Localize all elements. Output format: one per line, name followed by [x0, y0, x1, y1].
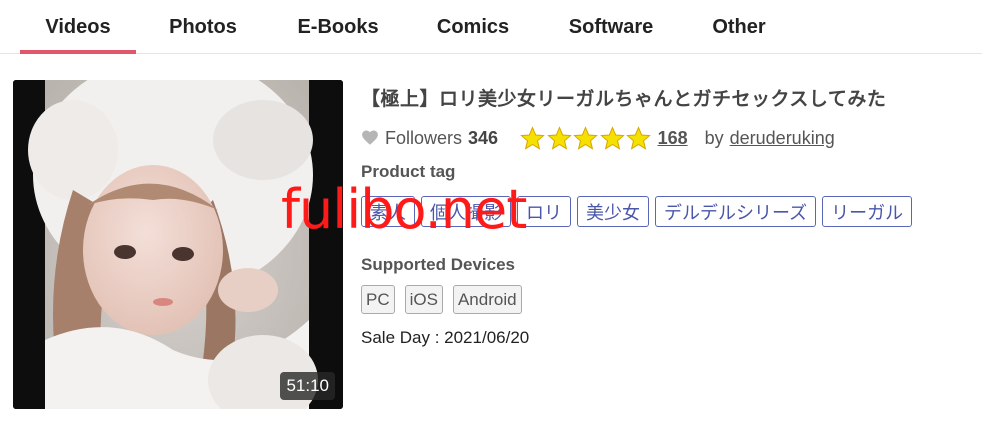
by-label: by — [704, 127, 724, 148]
review-count-link[interactable]: 168 — [658, 128, 688, 149]
product-meta: Followers 346 168 by deruderuking — [361, 125, 835, 151]
tab-software[interactable]: Software — [550, 0, 672, 54]
heart-icon[interactable] — [361, 129, 379, 147]
tag-link[interactable]: リーガル — [822, 196, 913, 227]
tab-other[interactable]: Other — [696, 0, 782, 54]
star-icon — [546, 125, 572, 150]
product-title[interactable]: 【極上】ロリ美少女リーガルちゃんとガチセックスしてみた — [361, 84, 886, 111]
sale-day: Sale Day : 2021/06/20 — [361, 328, 530, 347]
star-icon — [626, 125, 651, 150]
tab-comics[interactable]: Comics — [420, 0, 526, 54]
tag-link[interactable]: デルデルシリーズ — [655, 196, 817, 227]
thumbnail-image — [13, 80, 343, 409]
followers-count: 346 — [468, 127, 499, 148]
supported-devices-heading: Supported Devices — [361, 255, 515, 274]
category-tabs: Videos Photos E-Books Comics Software Ot… — [0, 0, 982, 54]
tab-e-books[interactable]: E-Books — [280, 0, 396, 54]
tag-link[interactable]: 美少女 — [577, 196, 649, 227]
star-icon — [573, 125, 598, 150]
star-icon — [599, 125, 625, 150]
rating-stars — [520, 125, 653, 151]
device-badge: Android — [452, 285, 522, 314]
device-badge: iOS — [404, 285, 443, 314]
device-badge: PC — [361, 285, 395, 314]
followers-label: Followers — [385, 127, 463, 148]
star-icon — [520, 125, 545, 150]
video-duration: 51:10 — [280, 372, 335, 400]
tab-photos[interactable]: Photos — [150, 0, 256, 54]
author-link[interactable]: deruderuking — [730, 128, 835, 149]
watermark-text: fulibo.net — [281, 178, 527, 241]
product-thumbnail[interactable]: 51:10 — [13, 80, 343, 409]
tab-videos[interactable]: Videos — [20, 0, 136, 54]
supported-devices: PC iOS Android — [361, 285, 522, 314]
